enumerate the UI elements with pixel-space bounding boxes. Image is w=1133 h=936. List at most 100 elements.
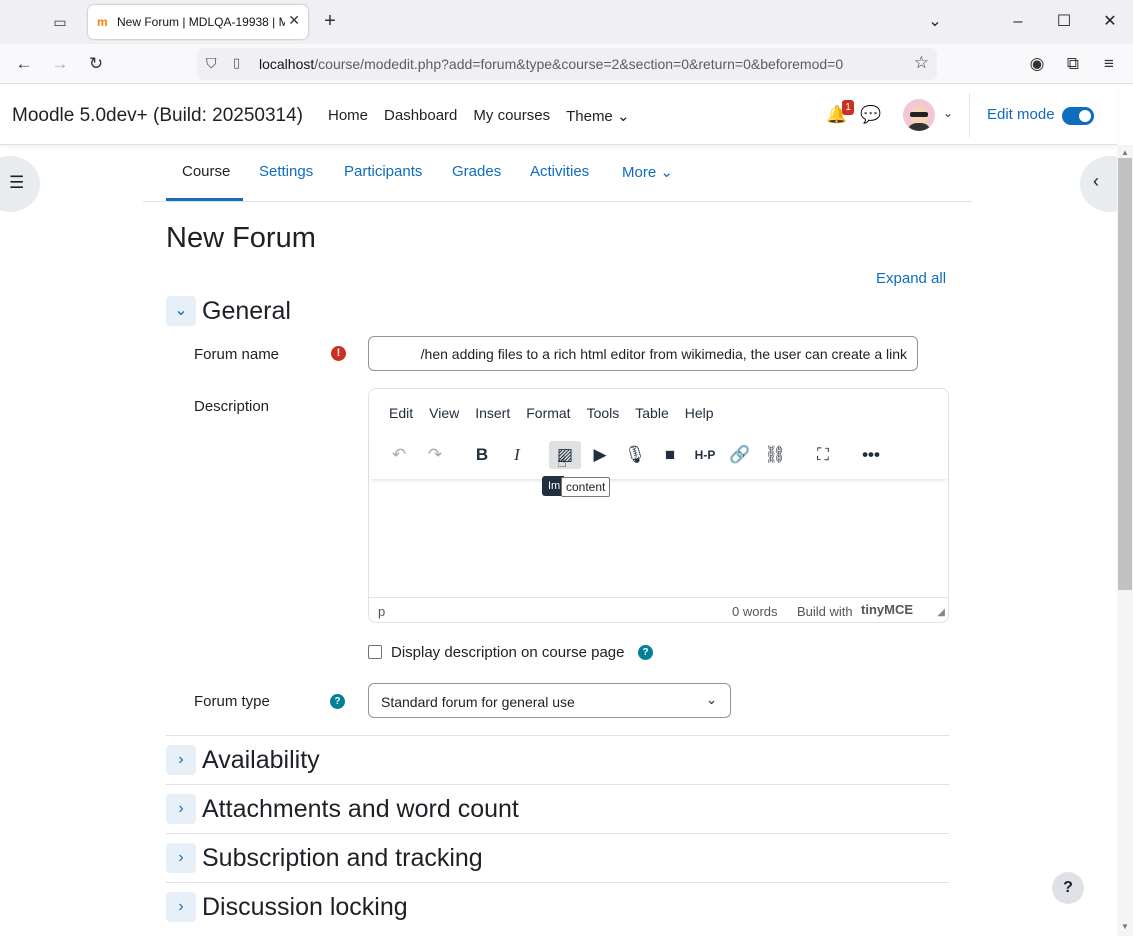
fullscreen-icon[interactable]: ⛶ <box>807 441 839 469</box>
moodle-header: Moodle 5.0dev+ (Build: 20250314) Home Da… <box>0 85 1117 145</box>
resize-handle-icon[interactable]: ◢ <box>937 607 945 618</box>
link-icon[interactable]: 🔗 <box>724 441 756 469</box>
browser-navbar: ← → ↻ ⛉ ▯ localhost/course/modedit.php?a… <box>0 44 1133 84</box>
forum-type-label: Forum type <box>194 693 270 710</box>
tab-settings[interactable]: Settings <box>259 163 313 180</box>
element-path[interactable]: p <box>378 604 385 619</box>
forward-icon[interactable]: → <box>49 53 71 75</box>
course-index-drawer-button[interactable]: ☰ <box>0 156 40 212</box>
nav-home[interactable]: Home <box>328 107 368 125</box>
section-title-attachments[interactable]: Attachments and word count <box>202 795 519 824</box>
help-icon[interactable]: ? <box>638 645 653 660</box>
chevron-down-icon: ⌄ <box>706 692 717 707</box>
menu-table[interactable]: Table <box>635 405 668 421</box>
page-title: New Forum <box>166 222 316 254</box>
tinymce-logo[interactable]: tinyMCE <box>861 602 913 617</box>
site-brand[interactable]: Moodle 5.0dev+ (Build: 20250314) <box>12 105 303 127</box>
unlink-icon[interactable]: ⛓ <box>759 441 791 469</box>
display-description-label[interactable]: Display description on course page <box>391 644 624 661</box>
close-tab-icon[interactable]: ✕ <box>288 12 300 29</box>
messages-icon[interactable]: 💬 <box>860 105 881 125</box>
forum-name-input[interactable]: /hen adding files to a rich html editor … <box>368 336 918 371</box>
menu-insert[interactable]: Insert <box>475 405 510 421</box>
avatar[interactable] <box>903 99 935 131</box>
section-title-discussion-locking[interactable]: Discussion locking <box>202 893 408 922</box>
browser-tabbar: ▭ m New Forum | MDLQA-19938 | M ✕ + ⌄ – … <box>0 0 1133 44</box>
browser-tab-active[interactable]: m New Forum | MDLQA-19938 | M ✕ <box>88 5 308 39</box>
address-text[interactable]: localhost/course/modedit.php?add=forum&t… <box>259 56 843 72</box>
bold-icon[interactable]: B <box>466 441 498 469</box>
window-close-icon[interactable]: ✕ <box>1100 12 1120 32</box>
word-count[interactable]: 0 words <box>732 604 778 619</box>
active-tab-underline <box>166 198 243 201</box>
primary-navigation: Home Dashboard My courses Theme ⌄ <box>328 107 630 125</box>
help-icon[interactable]: ? <box>330 694 345 709</box>
section-title-subscription[interactable]: Subscription and tracking <box>202 844 483 873</box>
scrollbar-thumb[interactable] <box>1118 158 1132 590</box>
edit-mode-toggle[interactable] <box>1062 107 1094 125</box>
new-tab-icon[interactable]: + <box>318 8 342 34</box>
nav-dashboard[interactable]: Dashboard <box>384 107 457 125</box>
scroll-up-icon[interactable]: ▲ <box>1121 148 1129 157</box>
menu-edit[interactable]: Edit <box>389 405 413 421</box>
reload-icon[interactable]: ↻ <box>85 53 107 75</box>
italic-icon[interactable]: I <box>501 441 533 469</box>
section-divider <box>166 784 949 785</box>
edit-mode-label: Edit mode <box>987 106 1055 123</box>
menu-tools[interactable]: Tools <box>587 405 620 421</box>
course-secondary-navigation: Course Settings Participants Grades Acti… <box>143 146 972 202</box>
record-audio-icon[interactable]: 🎙 <box>619 441 651 469</box>
tab-participants[interactable]: Participants <box>344 163 422 180</box>
editor-toolbar: ↶ ↷ B I ▨ ▶ 🎙 ■ H-P 🔗 ⛓ ⛶ ••• <box>369 435 948 479</box>
user-menu-chevron-icon[interactable]: ⌄ <box>943 106 953 120</box>
h5p-icon[interactable]: H-P <box>689 441 721 469</box>
nav-my-courses[interactable]: My courses <box>473 107 550 125</box>
chevron-right-icon[interactable]: › <box>166 843 196 873</box>
maximize-icon[interactable]: ☐ <box>1054 12 1074 32</box>
tab-overflow-icon[interactable]: ⌄ <box>925 12 945 32</box>
minimize-icon[interactable]: – <box>1008 12 1028 32</box>
description-editor: Edit View Insert Format Tools Table Help… <box>368 388 949 623</box>
floating-help-button[interactable]: ? <box>1052 872 1084 904</box>
tab-course[interactable]: Course <box>182 163 230 180</box>
display-description-checkbox[interactable] <box>368 645 382 659</box>
chevron-right-icon[interactable]: › <box>166 745 196 775</box>
editor-statusbar: p 0 words Build with tinyMCE ◢ <box>369 597 948 622</box>
shield-icon[interactable]: ⛉ <box>206 55 217 72</box>
page-info-icon[interactable]: ▯ <box>233 55 240 71</box>
account-icon[interactable]: ◉ <box>1026 53 1048 75</box>
chevron-down-icon[interactable]: ⌄ <box>166 296 196 326</box>
tab-more[interactable]: More ⌄ <box>622 163 673 181</box>
redo-icon[interactable]: ↷ <box>419 441 451 469</box>
tab-grades[interactable]: Grades <box>452 163 501 180</box>
header-divider <box>969 93 970 137</box>
section-title-availability[interactable]: Availability <box>202 746 320 775</box>
back-icon[interactable]: ← <box>13 53 35 75</box>
scroll-down-icon[interactable]: ▼ <box>1121 922 1129 931</box>
nav-theme[interactable]: Theme ⌄ <box>566 107 629 125</box>
more-options-icon[interactable]: ••• <box>855 441 887 469</box>
menu-view[interactable]: View <box>429 405 459 421</box>
forum-name-label: Forum name <box>194 346 280 363</box>
section-title-general[interactable]: General <box>202 297 291 326</box>
section-divider <box>166 735 949 736</box>
media-icon[interactable]: ▶ <box>584 441 616 469</box>
menu-format[interactable]: Format <box>526 405 570 421</box>
hover-tooltip: content <box>561 477 611 497</box>
avatar-body <box>907 123 931 131</box>
chevron-right-icon[interactable]: › <box>166 794 196 824</box>
forum-type-select[interactable]: Standard forum for general use ⌄ <box>368 683 731 718</box>
tab-activities[interactable]: Activities <box>530 163 589 180</box>
tab-list-icon[interactable]: ▭ <box>48 10 72 34</box>
bookmark-star-icon[interactable]: ☆ <box>914 53 929 73</box>
extensions-icon[interactable]: ⧉ <box>1062 53 1084 75</box>
description-label: Description <box>194 398 270 415</box>
undo-icon[interactable]: ↶ <box>383 441 415 469</box>
expand-all-link[interactable]: Expand all <box>876 270 946 287</box>
chevron-right-icon[interactable]: › <box>166 892 196 922</box>
record-video-icon[interactable]: ■ <box>654 441 686 469</box>
menu-help[interactable]: Help <box>685 405 714 421</box>
menu-icon[interactable]: ≡ <box>1098 53 1120 75</box>
section-divider <box>166 882 949 883</box>
address-bar[interactable]: ⛉ ▯ localhost/course/modedit.php?add=for… <box>197 48 937 80</box>
